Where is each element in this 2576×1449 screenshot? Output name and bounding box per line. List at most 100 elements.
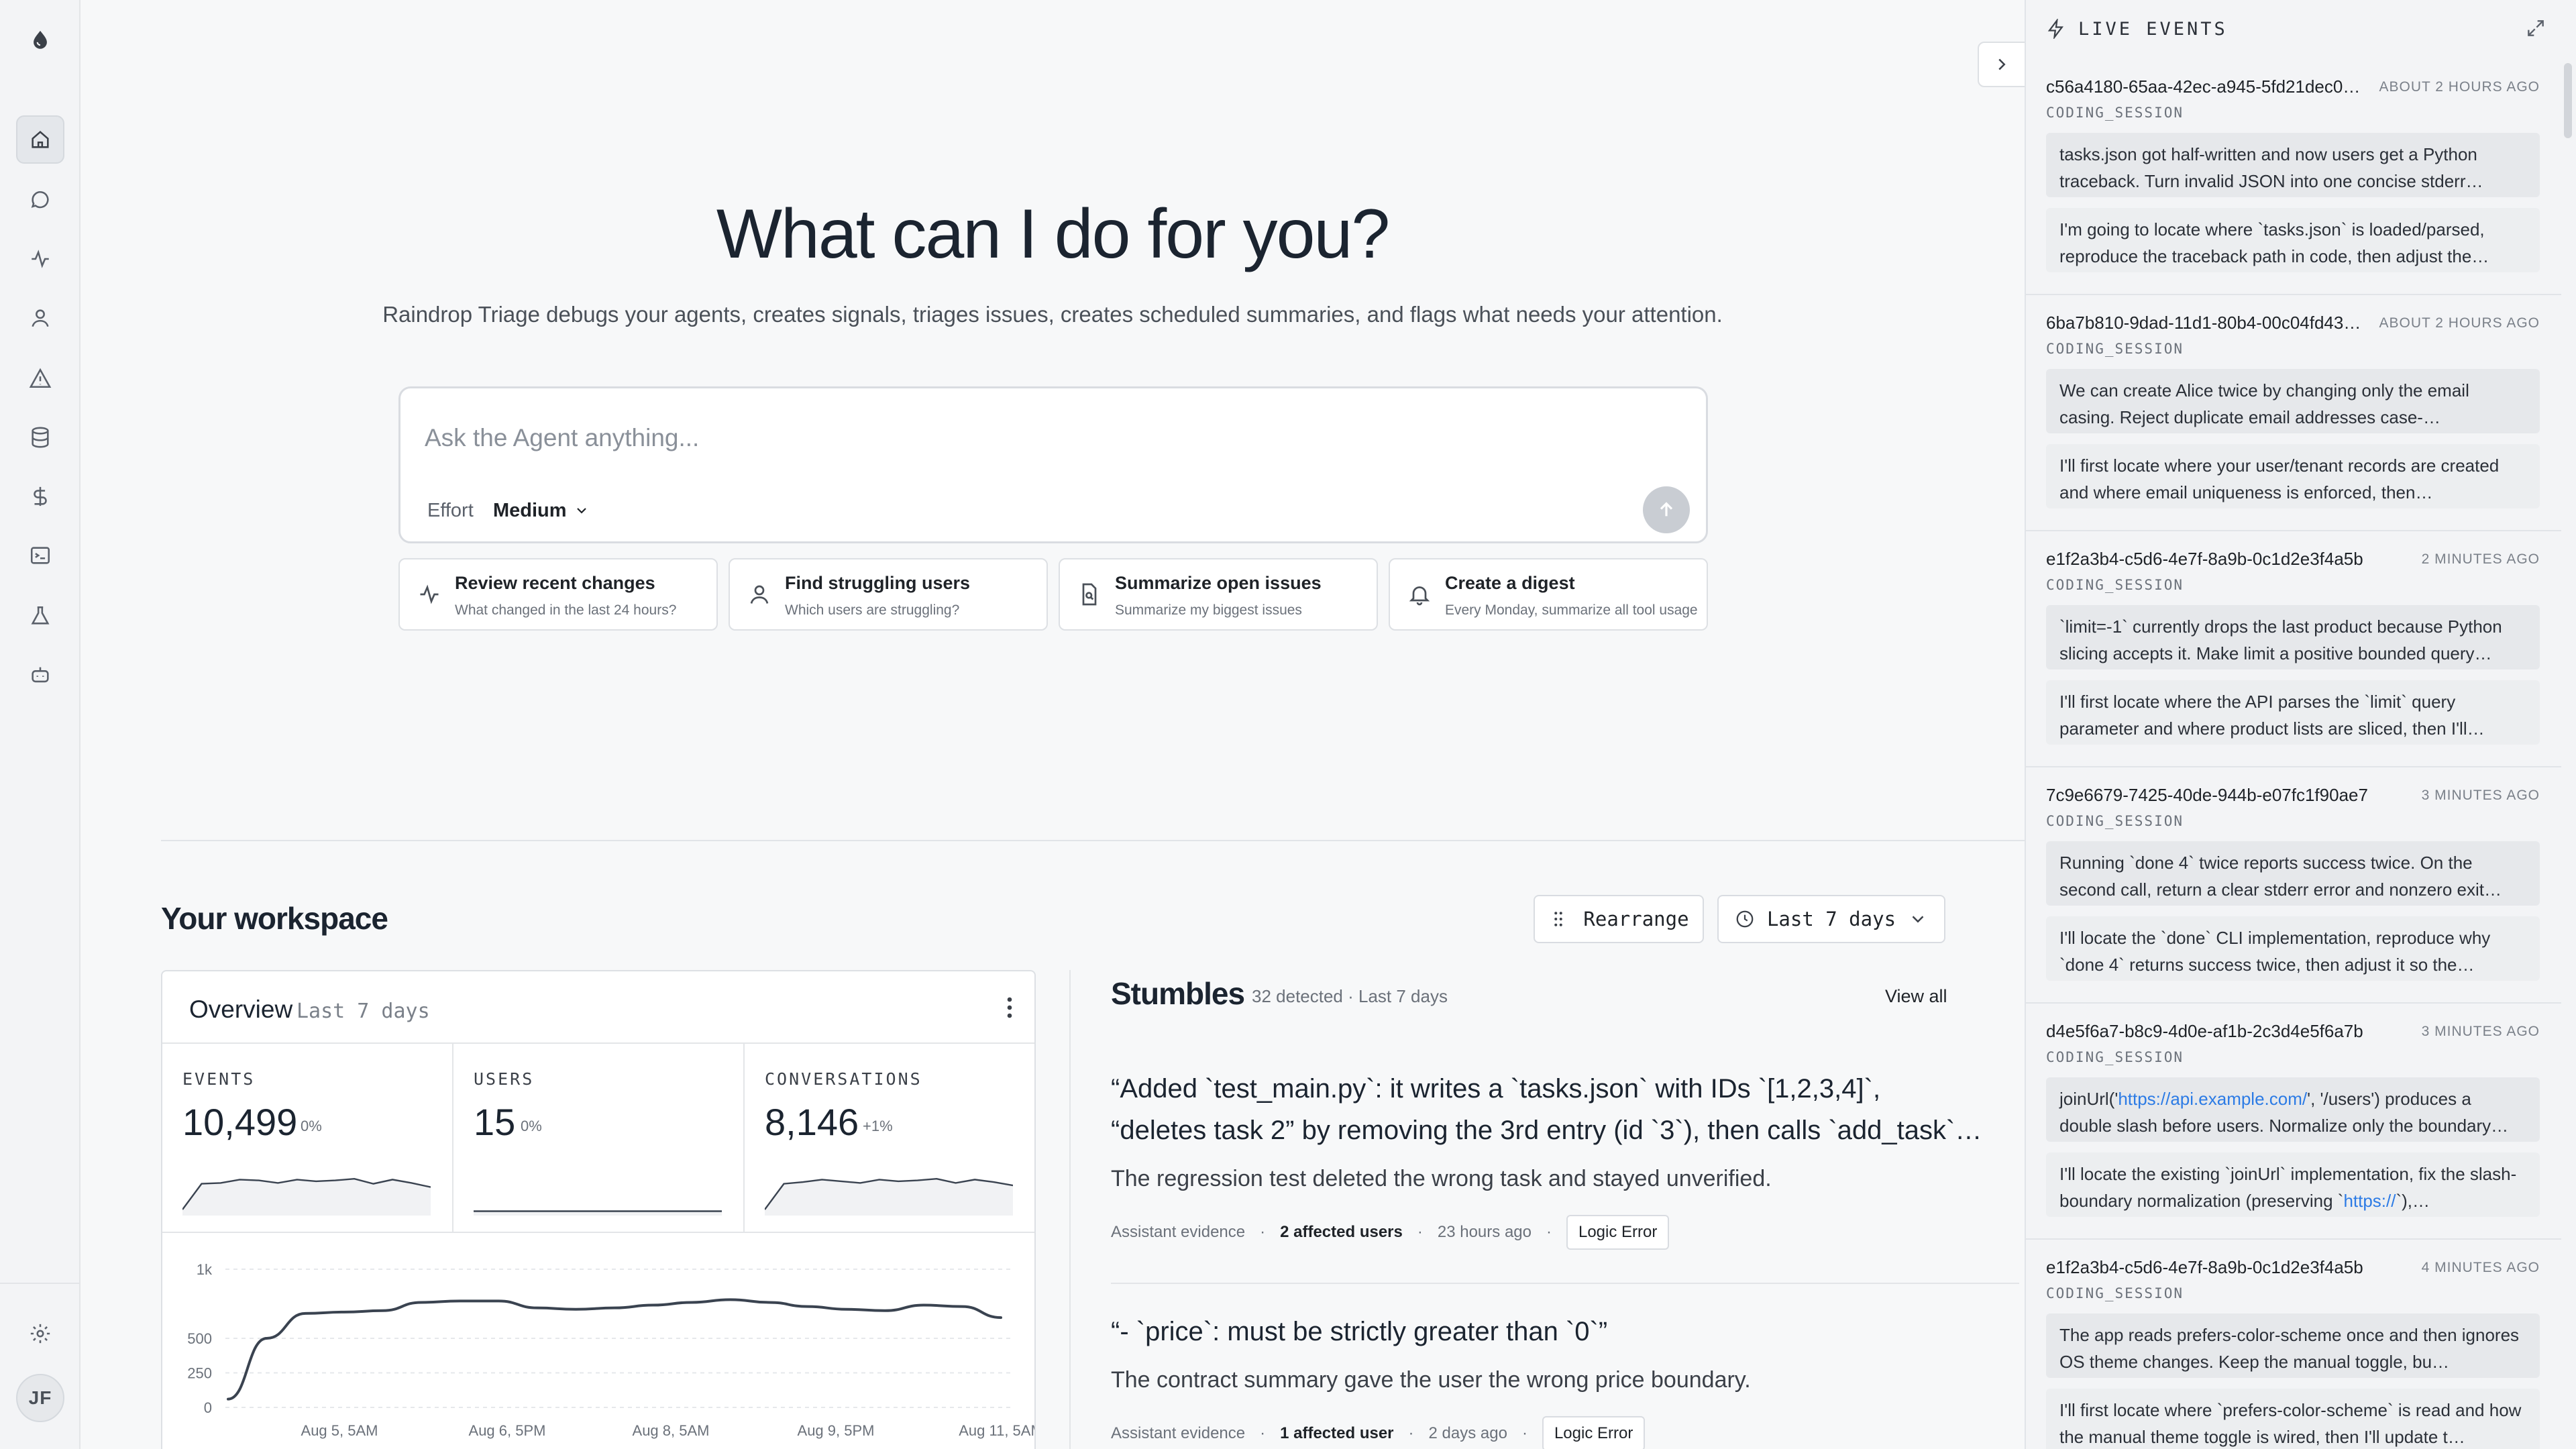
stumble-quote-line: “Added `test_main.py`: it writes a `task…: [1111, 1074, 1881, 1104]
expand-icon[interactable]: [2525, 17, 2546, 39]
metric-events[interactable]: EVENTS 10,499 0%: [162, 1044, 453, 1233]
scrollbar[interactable]: [2560, 59, 2576, 1449]
send-button[interactable]: [1643, 486, 1690, 533]
metric-users[interactable]: USERS 15 0%: [453, 1044, 745, 1233]
y-tick-label: 500: [187, 1330, 212, 1347]
section-divider: [161, 840, 2026, 841]
y-tick-label: 0: [204, 1399, 212, 1416]
event-type: CODING_SESSION: [2046, 341, 2184, 357]
event-user-message: joinUrl('https://api.example.com/', '/us…: [2046, 1077, 2540, 1142]
stumble-affected[interactable]: 2 affected users: [1280, 1223, 1403, 1242]
event-type: CODING_SESSION: [2046, 1285, 2184, 1301]
stumble-quote: “Added `test_main.py`: it writes a `task…: [1111, 1068, 2019, 1151]
metric-sparkline: [765, 1177, 1013, 1216]
sparkline-area: [765, 1179, 1013, 1216]
event-agent-message: I'll first locate where your user/tenant…: [2046, 444, 2540, 508]
page-subtitle: Raindrop Triage debugs your agents, crea…: [382, 302, 1723, 327]
stumble-time: 23 hours ago: [1437, 1223, 1532, 1241]
metric-delta: 0%: [521, 1118, 542, 1134]
ask-agent-input[interactable]: [425, 419, 1632, 457]
event-user-message: Running `done 4` twice reports success t…: [2046, 841, 2540, 906]
effort-label: Effort: [427, 500, 474, 521]
database-icon[interactable]: [16, 413, 64, 462]
warning-icon[interactable]: [16, 354, 64, 402]
sparkline-area: [182, 1179, 431, 1216]
event-agent-message: I'll first locate where the API parses t…: [2046, 680, 2540, 745]
chat-icon[interactable]: [16, 176, 64, 224]
live-events-panel: LIVE EVENTS c56a4180-65aa-42ec-a945-5fd2…: [2025, 0, 2576, 1449]
activity-icon[interactable]: [16, 235, 64, 283]
live-event-item[interactable]: e1f2a3b4-c5d6-4e7f-8a9b-0c1d2e3f4a5b 2 M…: [2026, 531, 2561, 767]
effort-select[interactable]: Medium: [493, 496, 590, 525]
live-event-item[interactable]: 7c9e6679-7425-40de-944b-e07fc1f90ae7 3 M…: [2026, 767, 2561, 1004]
date-range-select[interactable]: Last 7 days: [1717, 895, 1945, 943]
terminal-icon[interactable]: [16, 531, 64, 580]
x-tick-label: Aug 11, 5AM: [959, 1422, 1036, 1439]
stumble-source: Assistant evidence: [1111, 1424, 1246, 1442]
stumble-time: 2 days ago: [1428, 1424, 1507, 1442]
user-icon: [750, 585, 769, 604]
home-icon[interactable]: [16, 115, 64, 164]
stumble-desc: The regression test deleted the wrong ta…: [1111, 1166, 1772, 1191]
rearrange-button[interactable]: Rearrange: [1534, 895, 1704, 943]
event-agent-message: I'll first locate where `prefers-color-s…: [2046, 1389, 2540, 1449]
settings-gear-icon[interactable]: [16, 1309, 64, 1358]
stumble-footer: Assistant evidence · 1 affected user · 2…: [1111, 1415, 2019, 1449]
url-link[interactable]: https://: [2343, 1191, 2396, 1211]
y-tick-label: 250: [187, 1365, 212, 1382]
metric-conversations[interactable]: CONVERSATIONS 8,146 +1%: [745, 1044, 1034, 1233]
suggestion-create-a-digest[interactable]: Create a digest Every Monday, summarize …: [1389, 558, 1708, 631]
event-user-message: We can create Alice twice by changing on…: [2046, 369, 2540, 433]
event-id: d4e5f6a7-b8c9-4d0e-af1b-2c3d4e5f6a7b: [2046, 1021, 2363, 1041]
bot-icon[interactable]: [16, 651, 64, 699]
live-event-item[interactable]: d4e5f6a7-b8c9-4d0e-af1b-2c3d4e5f6a7b 3 M…: [2026, 1004, 2561, 1240]
user-icon[interactable]: [16, 294, 64, 342]
metric-label: EVENTS: [182, 1069, 256, 1089]
url-link[interactable]: https://api.example.com/: [2118, 1089, 2307, 1109]
stumbles-meta: 32 detected · Last 7 days: [1252, 986, 1448, 1006]
file-search-icon: [1082, 583, 1097, 606]
message-text: I'll locate the existing `joinUrl` imple…: [2059, 1164, 2517, 1211]
suggestion-title: Summarize open issues: [1115, 573, 1322, 593]
live-event-item[interactable]: e1f2a3b4-c5d6-4e7f-8a9b-0c1d2e3f4a5b 4 M…: [2026, 1240, 2561, 1449]
live-event-item[interactable]: c56a4180-65aa-42ec-a945-5fd21dec0… ABOUT…: [2026, 59, 2561, 295]
metric-value: 15: [474, 1101, 516, 1143]
stumble-item[interactable]: “Added `test_main.py`: it writes a `task…: [1111, 1068, 2019, 1251]
dollar-icon[interactable]: [16, 472, 64, 521]
stumble-tag[interactable]: Logic Error: [1566, 1215, 1670, 1250]
event-time: 2 MINUTES AGO: [2421, 551, 2540, 567]
chevron-down-icon: [576, 508, 586, 514]
live-event-item[interactable]: 6ba7b810-9dad-11d1-80b4-00c04fd43… ABOUT…: [2026, 295, 2561, 531]
message-text: joinUrl(': [2059, 1089, 2118, 1109]
stumble-quote-line: “- `price`: must be strictly greater tha…: [1111, 1317, 1608, 1346]
event-id: e1f2a3b4-c5d6-4e7f-8a9b-0c1d2e3f4a5b: [2046, 1257, 2363, 1277]
view-all-link[interactable]: View all: [1885, 986, 1947, 1007]
event-id: 6ba7b810-9dad-11d1-80b4-00c04fd43…: [2046, 313, 2361, 333]
scrollbar-thumb[interactable]: [2564, 63, 2572, 138]
suggestion-find-struggling-users[interactable]: Find struggling users Which users are st…: [729, 558, 1048, 631]
more-vertical-icon[interactable]: [1005, 996, 1014, 1020]
metric-delta: 0%: [301, 1118, 322, 1134]
metric-sparkline: [182, 1177, 431, 1216]
event-id: c56a4180-65aa-42ec-a945-5fd21dec0…: [2046, 76, 2361, 97]
event-agent-message: I'm going to locate where `tasks.json` i…: [2046, 208, 2540, 272]
suggestion-desc: Every Monday, summarize all tool usage: [1445, 602, 1698, 618]
event-agent-message: I'll locate the `done` CLI implementatio…: [2046, 916, 2540, 981]
bell-icon: [1409, 586, 1430, 606]
suggestion-review-recent-changes[interactable]: Review recent changes What changed in th…: [398, 558, 718, 631]
suggestion-desc: Summarize my biggest issues: [1115, 602, 1302, 618]
suggestion-summarize-open-issues[interactable]: Summarize open issues Summarize my bigge…: [1059, 558, 1378, 631]
message-text: `),…: [2396, 1191, 2430, 1211]
stumble-tag[interactable]: Logic Error: [1542, 1416, 1646, 1449]
event-type: CODING_SESSION: [2046, 577, 2184, 593]
stumble-item[interactable]: “- `price`: must be strictly greater tha…: [1111, 1311, 2019, 1449]
separator-dot: ·: [1260, 1223, 1266, 1241]
suggestion-desc: Which users are struggling?: [785, 602, 960, 618]
collapse-panel-button[interactable]: [1978, 42, 2026, 87]
avatar[interactable]: JF: [16, 1374, 64, 1422]
flask-icon[interactable]: [16, 592, 64, 640]
stumbles-title: Stumbles: [1111, 976, 1245, 1011]
stumble-affected[interactable]: 1 affected user: [1280, 1424, 1393, 1443]
raindrop-logo-icon[interactable]: [16, 16, 64, 64]
separator-dot: ·: [1417, 1223, 1423, 1241]
